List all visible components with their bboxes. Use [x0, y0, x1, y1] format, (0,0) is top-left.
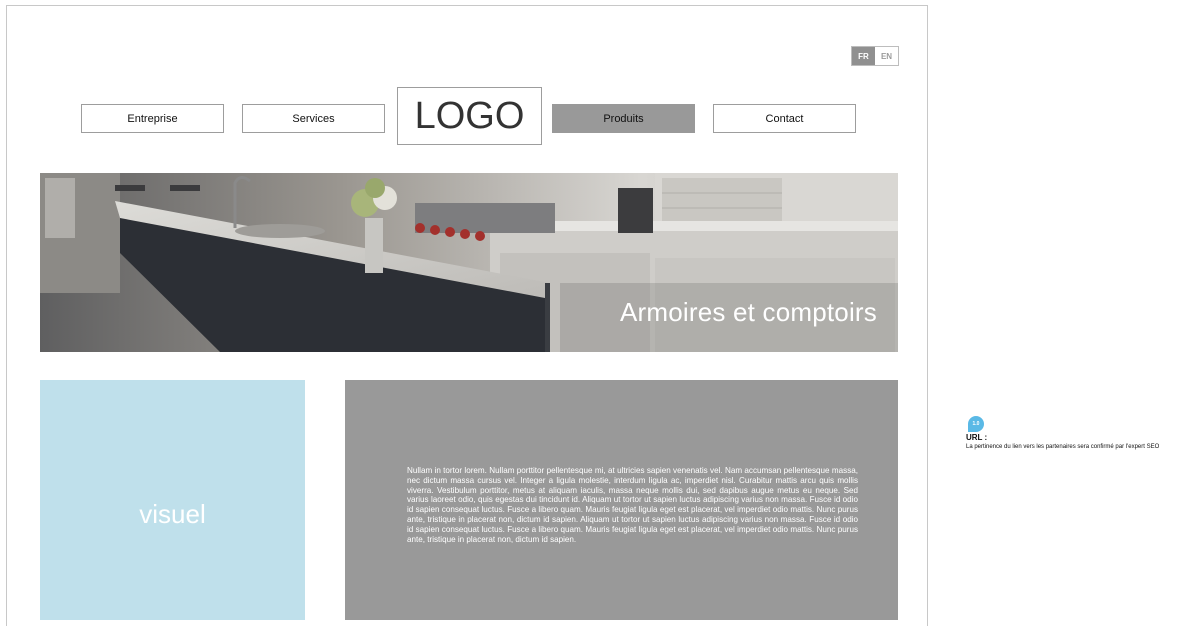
logo[interactable]: LOGO	[397, 87, 542, 145]
lang-fr-button[interactable]: FR	[852, 47, 875, 65]
text-block: Nullam in tortor lorem. Nullam porttitor…	[345, 380, 898, 620]
annotation-title: URL :	[966, 433, 988, 442]
visual-label: visuel	[139, 498, 206, 529]
annotation-pin-icon[interactable]: 1.0	[968, 416, 984, 432]
annotation-text: La pertinence du lien vers les partenair…	[966, 444, 1160, 450]
hero-title: Armoires et comptoirs	[619, 297, 877, 327]
nav-contact[interactable]: Contact	[713, 104, 856, 133]
nav-services[interactable]: Services	[242, 104, 385, 133]
lang-en-button[interactable]: EN	[875, 47, 898, 65]
hero-banner: Armoires et comptoirs	[40, 173, 898, 352]
nav-produits[interactable]: Produits	[552, 104, 695, 133]
visual-placeholder: visuel	[40, 380, 305, 620]
body-paragraph: Nullam in tortor lorem. Nullam porttitor…	[407, 466, 858, 544]
language-switcher: FR EN	[851, 46, 899, 66]
nav-entreprise[interactable]: Entreprise	[81, 104, 224, 133]
